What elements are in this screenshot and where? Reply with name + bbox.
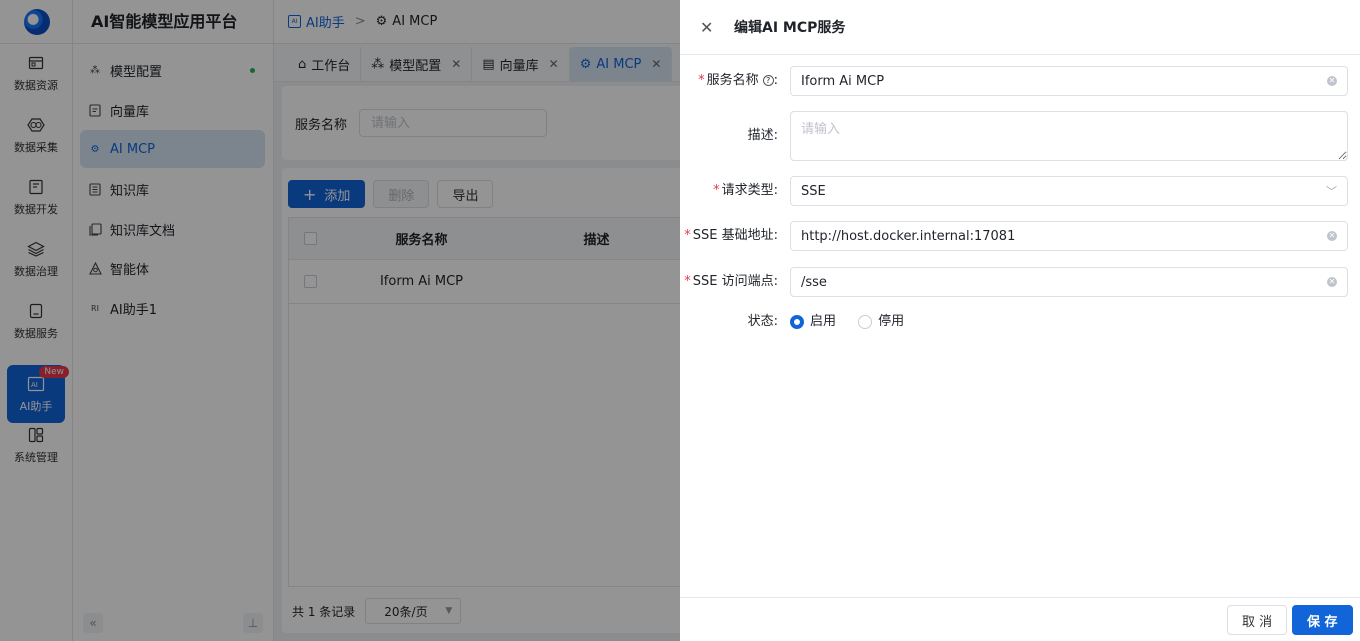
field-label: 状态: xyxy=(747,314,778,329)
sse-base-url-input[interactable]: http://host.docker.internal:17081 ✕ xyxy=(790,221,1348,251)
form-row-name: * 服务名称?: Iform Ai MCP ✕ xyxy=(680,66,1360,96)
input-value: Iform Ai MCP xyxy=(801,73,885,89)
required-mark: * xyxy=(684,274,691,289)
form-row-desc: 描述: xyxy=(680,111,1360,161)
field-control: http://host.docker.internal:17081 ✕ xyxy=(790,221,1348,251)
drawer-footer: 取 消 保 存 xyxy=(680,597,1360,641)
field-control: /sse ✕ xyxy=(790,267,1348,297)
radio-label: 启用 xyxy=(810,314,837,329)
edit-drawer: ✕ 编辑AI MCP服务 * 服务名称?: Iform Ai MCP ✕ 描述: … xyxy=(680,0,1360,641)
field-control: Iform Ai MCP ✕ xyxy=(790,66,1348,96)
required-mark: * xyxy=(684,228,691,243)
radio-checked xyxy=(790,315,804,329)
input-value: /sse xyxy=(801,274,827,290)
field-label-text: 请求类型 xyxy=(721,183,774,198)
field-control: 启用 停用 xyxy=(790,312,1348,336)
field-label-text: 描述 xyxy=(747,128,774,143)
field-control xyxy=(790,111,1348,165)
required-mark: * xyxy=(713,183,720,198)
field-label-text: SSE 访问端点 xyxy=(692,274,774,289)
modal-overlay[interactable] xyxy=(0,0,680,641)
help-icon[interactable]: ? xyxy=(762,75,774,86)
clear-icon[interactable]: ✕ xyxy=(1327,76,1337,86)
select-value: SSE xyxy=(801,183,826,199)
status-radio-disabled[interactable]: 停用 xyxy=(858,312,904,332)
required-mark: * xyxy=(698,73,705,88)
description-textarea[interactable] xyxy=(790,111,1348,161)
sse-endpoint-input[interactable]: /sse ✕ xyxy=(790,267,1348,297)
status-radio-enabled[interactable]: 启用 xyxy=(790,312,836,332)
field-control: SSE ﹀ xyxy=(790,176,1348,206)
field-label: 描述: xyxy=(747,128,778,143)
radio-unchecked xyxy=(858,315,873,329)
form-row-base-url: * SSE 基础地址: http://host.docker.internal:1… xyxy=(680,221,1360,251)
service-name-input[interactable]: Iform Ai MCP ✕ xyxy=(790,66,1348,96)
field-label: * 请求类型: xyxy=(713,183,778,198)
chevron-down-icon: ﹀ xyxy=(1326,185,1337,198)
field-label-text: 服务名称 xyxy=(706,73,759,88)
drawer-header: ✕ 编辑AI MCP服务 xyxy=(680,0,1360,55)
radio-label: 停用 xyxy=(878,314,905,329)
form-row-type: * 请求类型: SSE ﹀ xyxy=(680,176,1360,206)
input-value: http://host.docker.internal:17081 xyxy=(801,228,1016,244)
drawer-title: 编辑AI MCP服务 xyxy=(734,20,846,36)
clear-icon[interactable]: ✕ xyxy=(1327,277,1337,287)
field-label: * 服务名称?: xyxy=(698,73,778,88)
request-type-select[interactable]: SSE ﹀ xyxy=(790,176,1348,206)
form-row-status: 状态: 启用 停用 xyxy=(680,312,1360,332)
field-label-text: 状态 xyxy=(747,314,774,329)
form-row-endpoint: * SSE 访问端点: /sse ✕ xyxy=(680,267,1360,297)
field-label: * SSE 访问端点: xyxy=(684,274,778,289)
field-label: * SSE 基础地址: xyxy=(684,228,778,243)
save-button[interactable]: 保 存 xyxy=(1292,605,1353,635)
clear-icon[interactable]: ✕ xyxy=(1327,231,1337,241)
close-icon[interactable]: ✕ xyxy=(700,18,714,37)
cancel-button[interactable]: 取 消 xyxy=(1227,605,1288,635)
field-label-text: SSE 基础地址 xyxy=(692,228,774,243)
